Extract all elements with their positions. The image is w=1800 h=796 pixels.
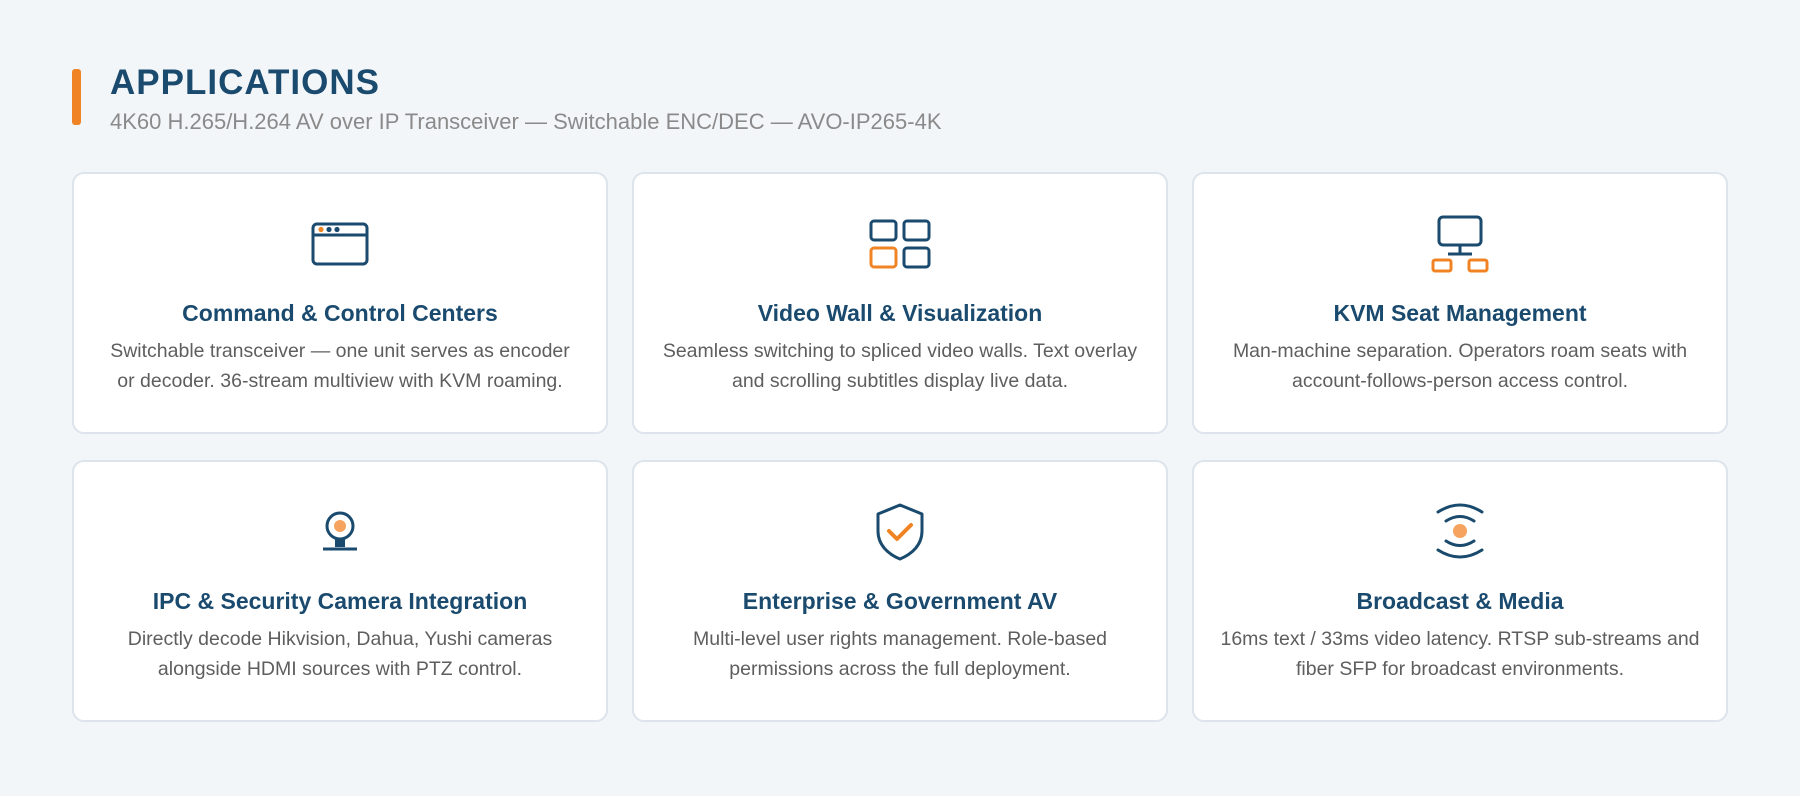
shield-check-icon bbox=[868, 500, 932, 564]
application-card-ipc-camera: IPC & Security Camera Integration Direct… bbox=[72, 460, 608, 722]
application-card-broadcast-media: Broadcast & Media 16ms text / 33ms video… bbox=[1192, 460, 1728, 722]
header-text: APPLICATIONS 4K60 H.265/H.264 AV over IP… bbox=[110, 62, 942, 136]
card-title: IPC & Security Camera Integration bbox=[152, 588, 528, 614]
application-card-enterprise-government: Enterprise & Government AV Multi-level u… bbox=[632, 460, 1168, 722]
card-title: Broadcast & Media bbox=[1356, 588, 1564, 614]
application-card-command-control: Command & Control Centers Switchable tra… bbox=[72, 172, 608, 434]
card-description: 16ms text / 33ms video latency. RTSP sub… bbox=[1220, 628, 1700, 680]
page-title: APPLICATIONS bbox=[110, 63, 380, 102]
header-accent-bar bbox=[72, 69, 81, 125]
page-subtitle: 4K60 H.265/H.264 AV over IP Transceiver … bbox=[110, 109, 942, 134]
grid-tiles-icon bbox=[868, 212, 932, 276]
broadcast-signal-icon bbox=[1428, 500, 1492, 564]
card-title: Video Wall & Visualization bbox=[757, 300, 1043, 326]
card-description: Switchable transceiver — one unit serves… bbox=[110, 340, 570, 392]
page-header: APPLICATIONS 4K60 H.265/H.264 AV over IP… bbox=[72, 62, 942, 136]
browser-window-icon bbox=[308, 212, 372, 276]
network-monitor-icon bbox=[1428, 212, 1492, 276]
card-description: Seamless switching to spliced video wall… bbox=[662, 340, 1138, 392]
application-card-kvm-seat: KVM Seat Management Man-machine separati… bbox=[1192, 172, 1728, 434]
card-title: KVM Seat Management bbox=[1333, 300, 1587, 326]
applications-grid: Command & Control Centers Switchable tra… bbox=[72, 172, 1728, 722]
card-title: Command & Control Centers bbox=[182, 300, 498, 326]
card-description: Man-machine separation. Operators roam s… bbox=[1232, 340, 1688, 392]
card-description: Multi-level user rights management. Role… bbox=[692, 628, 1108, 680]
webcam-icon bbox=[308, 500, 372, 564]
card-description: Directly decode Hikvision, Dahua, Yushi … bbox=[127, 628, 553, 680]
application-card-video-wall: Video Wall & Visualization Seamless swit… bbox=[632, 172, 1168, 434]
card-title: Enterprise & Government AV bbox=[742, 588, 1058, 614]
